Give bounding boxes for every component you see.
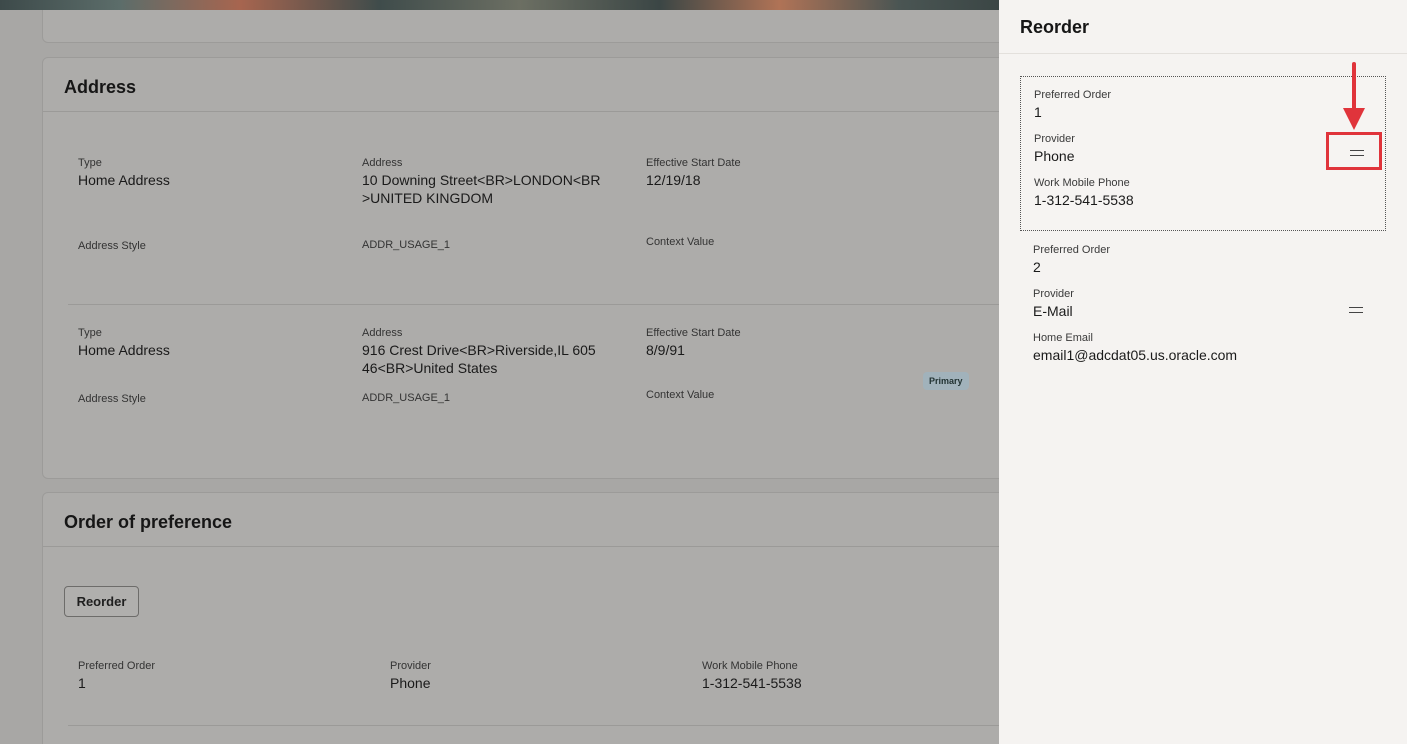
field-label: Preferred Order <box>78 660 156 672</box>
field-label: Provider <box>1034 133 1075 145</box>
preferred-order-field: Preferred Order 1 <box>1034 88 1111 121</box>
address-card: Address Type Home Address Address 10 Dow… <box>42 57 999 479</box>
order-provider-field: Provider Phone <box>390 659 431 692</box>
address-header-divider <box>43 111 999 112</box>
address-context-field: Context Value <box>646 388 714 402</box>
field-value: email1@adcdat05.us.oracle.com <box>1033 347 1238 363</box>
field-label: Home Email <box>1033 332 1093 344</box>
field-label: Provider <box>1033 288 1074 300</box>
address-start-date-field: Effective Start Date 8/9/91 <box>646 326 741 359</box>
field-value: 8/9/91 <box>646 342 685 358</box>
address-style-value: ADDR_USAGE_1 <box>362 239 450 251</box>
field-label: Context Value <box>646 236 715 248</box>
field-value: 1-312-541-5538 <box>702 675 802 691</box>
field-value: Phone <box>390 675 431 691</box>
order-contact-field: Work Mobile Phone 1-312-541-5538 <box>702 659 802 692</box>
order-preference-card: Order of preference Reorder Preferred Or… <box>42 492 999 744</box>
field-label: Work Mobile Phone <box>1034 177 1130 189</box>
order-row-divider <box>68 725 999 726</box>
preferred-order-field: Preferred Order 2 <box>1033 243 1110 276</box>
field-label: Address <box>362 157 403 169</box>
reorder-item[interactable]: Preferred Order 2 Provider E-Mail Home E… <box>1020 232 1386 372</box>
address-type-field: Type Home Address <box>78 156 170 189</box>
field-value: Home Address <box>78 172 170 188</box>
field-value: E-Mail <box>1033 303 1073 319</box>
provider-field: Provider Phone <box>1034 132 1075 165</box>
drag-handle-icon[interactable] <box>1349 307 1363 313</box>
primary-badge: Primary <box>923 372 969 390</box>
provider-field: Provider E-Mail <box>1033 287 1074 320</box>
header-banner <box>0 0 999 10</box>
field-value: 1 <box>78 675 86 691</box>
address-style-value: ADDR_USAGE_1 <box>362 392 450 404</box>
field-value: 12/19/18 <box>646 172 701 188</box>
field-label: Address <box>362 327 403 339</box>
field-label: Preferred Order <box>1034 89 1112 101</box>
address-start-date-field: Effective Start Date 12/19/18 <box>646 156 741 189</box>
reorder-button[interactable]: Reorder <box>64 586 139 617</box>
field-value: 1-312-541-5538 <box>1034 192 1134 208</box>
field-value: ADDR_USAGE_1 <box>362 239 451 251</box>
field-label: Work Mobile Phone <box>702 660 798 672</box>
field-label: Address Style <box>78 240 146 252</box>
field-value: 2 <box>1033 259 1041 275</box>
field-value: 1 <box>1034 104 1042 120</box>
address-style-field: Address Style <box>78 392 146 406</box>
field-label: Provider <box>390 660 431 672</box>
annotation-highlight-box <box>1326 132 1382 170</box>
field-label: Context Value <box>646 389 715 401</box>
address-address-field: Address 10 Downing Street<BR>LONDON<BR>U… <box>362 156 602 207</box>
address-type-field: Type Home Address <box>78 326 170 359</box>
order-preferred-field: Preferred Order 1 <box>78 659 155 692</box>
contact-field: Home Email email1@adcdat05.us.oracle.com <box>1033 331 1237 364</box>
panel-title: Reorder <box>1020 17 1090 37</box>
field-value: Phone <box>1034 148 1075 164</box>
main-content: Address Type Home Address Address 10 Dow… <box>0 10 999 744</box>
field-value: 916 Crest Drive<BR>Riverside,IL 60546<BR… <box>362 342 596 376</box>
field-value: 10 Downing Street<BR>LONDON<BR>UNITED KI… <box>362 172 601 206</box>
annotation-arrow-head-icon <box>1343 108 1365 130</box>
field-value: ADDR_USAGE_1 <box>362 392 451 404</box>
order-title: Order of preference <box>64 512 233 532</box>
address-context-field: Context Value <box>646 235 714 249</box>
field-label: Preferred Order <box>1033 244 1111 256</box>
field-value: Home Address <box>78 342 170 358</box>
contact-field: Work Mobile Phone 1-312-541-5538 <box>1034 176 1134 209</box>
order-header-divider <box>43 546 999 547</box>
address-address-field: Address 916 Crest Drive<BR>Riverside,IL … <box>362 326 602 377</box>
field-label: Type <box>78 157 102 169</box>
address-style-field: Address Style <box>78 239 146 253</box>
panel-header-divider <box>999 53 1407 54</box>
annotation-arrow-icon <box>1352 62 1356 112</box>
address-title: Address <box>64 77 137 97</box>
field-label: Address Style <box>78 393 146 405</box>
field-label: Type <box>78 327 102 339</box>
field-label: Effective Start Date <box>646 157 741 169</box>
field-label: Effective Start Date <box>646 327 741 339</box>
address-row-divider <box>68 304 999 305</box>
previous-card <box>42 10 999 43</box>
